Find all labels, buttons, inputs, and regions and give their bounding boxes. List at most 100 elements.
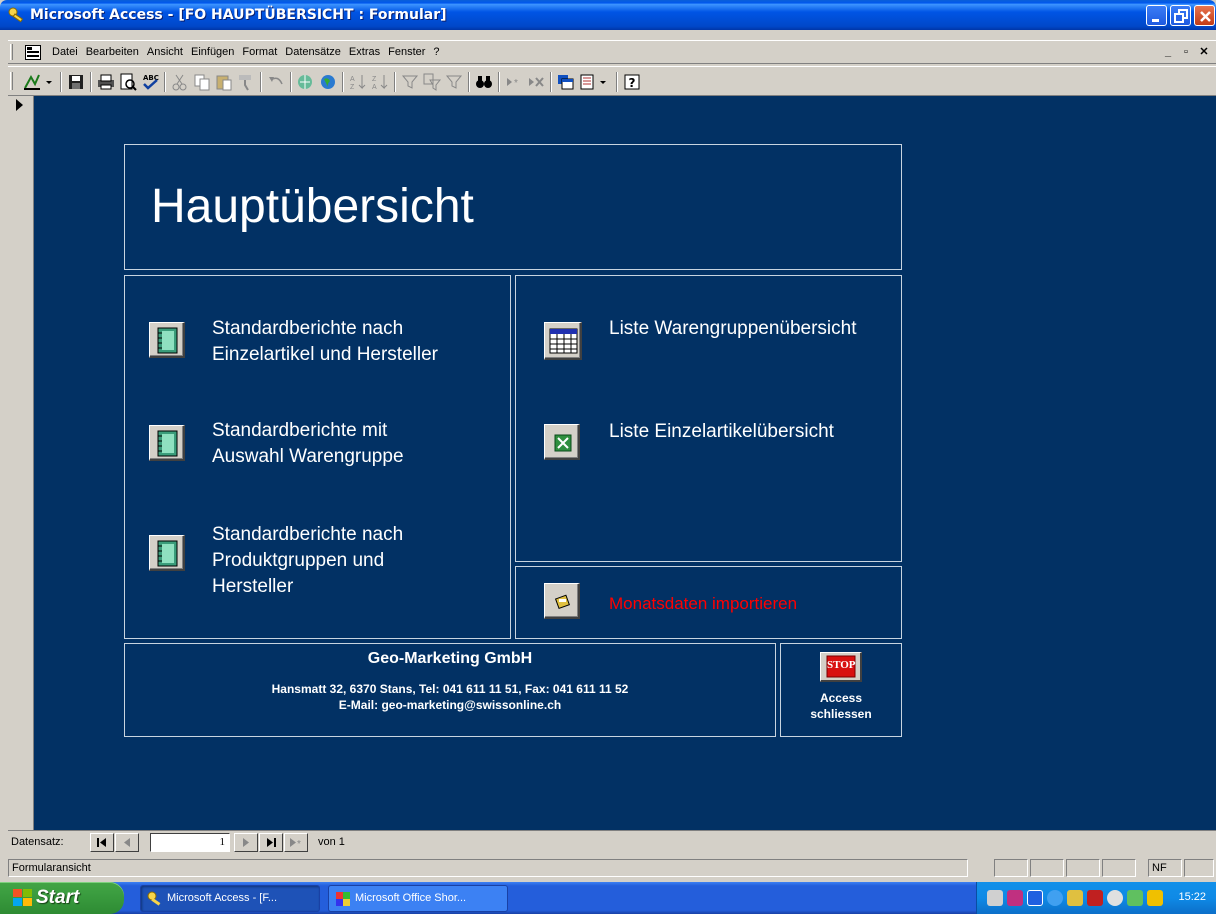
menu-ansicht[interactable]: Ansicht <box>147 46 183 58</box>
apply-filter-icon[interactable] <box>444 72 464 92</box>
system-tray: 15:22 <box>976 882 1216 914</box>
report-notebook-icon <box>157 327 178 354</box>
last-record-button[interactable] <box>259 833 283 852</box>
tray-icon-7[interactable] <box>1107 890 1123 906</box>
mdi-restore-button[interactable]: ▫ <box>1178 45 1194 59</box>
sort-ascending-icon[interactable]: AZ <box>348 72 368 92</box>
new-object-dropdown-button[interactable] <box>578 72 612 92</box>
page-title: Hauptübersicht <box>151 180 474 233</box>
status-pane-4 <box>1102 859 1136 877</box>
tray-icon-3[interactable] <box>1027 890 1043 906</box>
menu-datei[interactable]: Datei <box>52 46 78 58</box>
windows-logo-icon <box>13 889 32 906</box>
tray-icon-5[interactable] <box>1067 890 1083 906</box>
tray-icon-6[interactable] <box>1087 890 1103 906</box>
svg-text:Z: Z <box>372 76 377 83</box>
svg-text:A: A <box>372 84 377 91</box>
start-button[interactable]: Start <box>0 882 124 914</box>
insert-hyperlink-icon[interactable] <box>296 72 316 92</box>
task-office-shortcut[interactable]: Microsoft Office Shor... <box>328 885 508 912</box>
menu-datensaetze[interactable]: Datensätze <box>285 46 341 58</box>
web-toolbar-icon[interactable] <box>318 72 338 92</box>
menu-einfuegen[interactable]: Einfügen <box>191 46 234 58</box>
report-notebook-icon <box>157 540 178 567</box>
new-record-nav-button[interactable]: * <box>284 833 308 852</box>
cut-icon[interactable] <box>170 72 190 92</box>
start-label: Start <box>36 887 80 908</box>
record-selector[interactable] <box>8 96 34 830</box>
print-icon[interactable] <box>96 72 116 92</box>
access-key-icon <box>8 6 26 24</box>
tray-icon-2[interactable] <box>1007 890 1023 906</box>
report-produktgruppen-label: Standardberichte nach Produktgruppen und… <box>212 524 404 597</box>
list-einzelartikel-button[interactable] <box>544 424 580 460</box>
record-number-field[interactable]: 1 <box>150 833 230 852</box>
first-record-button[interactable] <box>90 833 114 852</box>
format-painter-icon[interactable] <box>236 72 256 92</box>
menu-grip[interactable] <box>10 44 13 60</box>
new-record-icon[interactable]: * <box>504 72 524 92</box>
menu-help[interactable]: ? <box>433 46 439 58</box>
filter-by-selection-icon[interactable] <box>400 72 420 92</box>
lists-panel: Liste Warengruppenübersicht Liste Einzel… <box>515 275 902 562</box>
status-pane-6 <box>1184 859 1214 877</box>
find-binoculars-icon[interactable] <box>474 72 494 92</box>
list-einzelartikel-label: Liste Einzelartikelübersicht <box>609 421 834 442</box>
close-access-button[interactable]: STOP <box>820 652 862 682</box>
paste-icon[interactable] <box>214 72 234 92</box>
mdi-close-button[interactable]: ✕ <box>1196 45 1212 59</box>
office-shortcut-icon <box>336 892 350 906</box>
report-produktgruppen-button[interactable] <box>149 535 185 571</box>
close-window-button[interactable] <box>1194 5 1215 26</box>
current-record-arrow-icon <box>16 99 23 111</box>
list-warengruppen-button[interactable] <box>544 322 582 360</box>
mdi-minimize-button[interactable]: _ <box>1160 45 1176 59</box>
menu-bearbeiten[interactable]: Bearbeiten <box>86 46 139 58</box>
company-name: Geo-Marketing GmbH <box>367 650 533 667</box>
svg-text:*: * <box>514 78 518 89</box>
restore-button[interactable] <box>1170 5 1191 26</box>
tray-icon-1[interactable] <box>987 890 1003 906</box>
save-icon[interactable] <box>66 72 86 92</box>
copy-icon[interactable] <box>192 72 212 92</box>
tray-icon-9[interactable] <box>1147 890 1163 906</box>
window-title: Microsoft Access - [FO HAUPTÜBERSICHT : … <box>30 7 447 23</box>
import-button[interactable] <box>544 583 580 619</box>
help-icon[interactable]: ? <box>622 72 642 92</box>
undo-icon[interactable] <box>266 72 286 92</box>
next-record-button[interactable] <box>234 833 258 852</box>
report-einzelartikel-button[interactable] <box>149 322 185 358</box>
filter-by-form-icon[interactable] <box>422 72 442 92</box>
database-window-icon[interactable] <box>556 72 576 92</box>
menu-format[interactable]: Format <box>242 46 277 58</box>
title-bar[interactable]: Microsoft Access - [FO HAUPTÜBERSICHT : … <box>0 0 1216 30</box>
status-pane-2 <box>1030 859 1064 877</box>
previous-record-button[interactable] <box>115 833 139 852</box>
main-form: Hauptübersicht Standardberichte nach Ein… <box>34 96 1216 830</box>
status-pane-3 <box>1066 859 1100 877</box>
toolbar-grip[interactable] <box>10 72 13 90</box>
excel-icon <box>554 434 572 452</box>
svg-text:Z: Z <box>350 84 355 91</box>
report-notebook-icon <box>157 430 178 457</box>
report-einzelartikel-label: Standardberichte nach Einzelartikel und … <box>212 318 438 365</box>
close-access-panel: STOP Access schliessen <box>780 643 902 737</box>
company-email: E-Mail: geo-marketing@swissonline.ch <box>338 698 562 712</box>
reports-panel: Standardberichte nach Einzelartikel und … <box>124 275 511 639</box>
delete-record-icon[interactable] <box>526 72 546 92</box>
record-navigation-bar: Datensatz: 1 * von 1 <box>8 830 1216 854</box>
import-label[interactable]: Monatsdaten importieren <box>609 594 797 614</box>
menu-extras[interactable]: Extras <box>349 46 380 58</box>
tray-icon-8[interactable] <box>1127 890 1143 906</box>
spellcheck-icon[interactable]: ABC <box>140 72 160 92</box>
view-dropdown-button[interactable] <box>22 72 56 92</box>
tray-icon-4[interactable] <box>1047 890 1063 906</box>
sort-descending-icon[interactable]: ZA <box>370 72 390 92</box>
task-access[interactable]: Microsoft Access - [F... <box>140 885 320 912</box>
minimize-button[interactable] <box>1146 5 1167 26</box>
form-document-icon[interactable] <box>25 45 41 60</box>
report-warengruppe-button[interactable] <box>149 425 185 461</box>
print-preview-icon[interactable] <box>118 72 138 92</box>
task-access-label: Microsoft Access - [F... <box>167 892 278 904</box>
menu-fenster[interactable]: Fenster <box>388 46 425 58</box>
